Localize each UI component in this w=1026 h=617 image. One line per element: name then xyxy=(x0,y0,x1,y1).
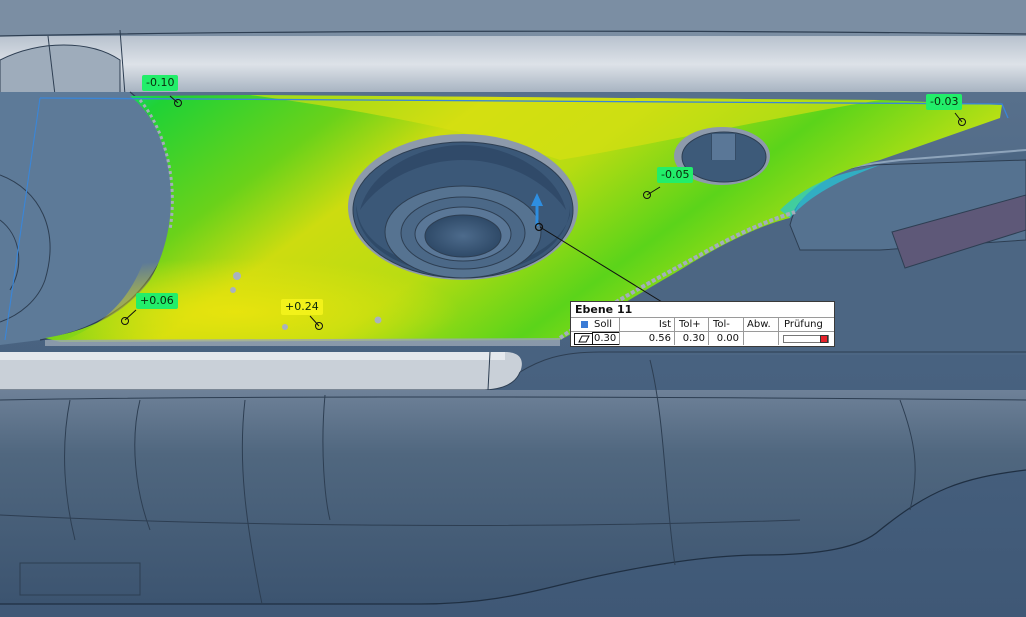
header-tol-minus: Tol- xyxy=(713,319,730,330)
small-hole-face xyxy=(712,134,735,160)
tol-plus-value: 0.30 xyxy=(682,333,705,344)
ledge-face-shade xyxy=(0,352,505,360)
pruefung-status-bar xyxy=(783,335,829,343)
header-ist: Ist xyxy=(658,319,671,330)
soll-color-swatch xyxy=(581,321,588,328)
deviation-label[interactable]: -0.05 xyxy=(657,167,694,183)
deviation-label[interactable]: -0.03 xyxy=(926,94,963,110)
table-column-divider xyxy=(778,317,779,345)
top-rail-upper xyxy=(0,0,1026,36)
header-soll: Soll xyxy=(594,319,613,330)
ist-value: 0.56 xyxy=(648,333,671,344)
deviation-label[interactable]: +0.06 xyxy=(136,293,178,309)
table-column-divider xyxy=(674,317,675,345)
3d-viewport[interactable]: -0.10 -0.03 -0.05 +0.06 +0.24 Ebene 11 S… xyxy=(0,0,1026,617)
deviation-label[interactable]: -0.10 xyxy=(142,75,179,91)
debris xyxy=(230,287,236,293)
measure-point-marker[interactable] xyxy=(315,322,323,330)
measure-point-marker[interactable] xyxy=(121,317,129,325)
flatness-icon xyxy=(574,333,593,345)
soll-value-input[interactable]: 0.30 xyxy=(592,332,620,345)
debris xyxy=(282,324,288,330)
measure-point-marker[interactable] xyxy=(643,191,651,199)
debris xyxy=(233,272,241,280)
header-pruefung: Prüfung xyxy=(784,319,823,330)
tol-minus-value: 0.00 xyxy=(716,333,739,344)
table-column-divider xyxy=(743,317,744,345)
inspection-table[interactable]: Ebene 11 Soll Ist Tol+ Tol- Abw. Prüfung… xyxy=(570,301,835,347)
header-abw: Abw. xyxy=(747,319,771,330)
measure-point-marker[interactable] xyxy=(958,118,966,126)
bore-hole xyxy=(424,214,502,258)
header-tol-plus: Tol+ xyxy=(679,319,701,330)
table-column-divider xyxy=(708,317,709,345)
debris xyxy=(374,316,382,324)
measure-point-marker[interactable] xyxy=(174,99,182,107)
table-column-divider xyxy=(619,317,620,345)
table-title: Ebene 11 xyxy=(575,303,633,316)
deviation-label[interactable]: +0.24 xyxy=(281,299,323,315)
fail-indicator-icon xyxy=(820,335,828,343)
